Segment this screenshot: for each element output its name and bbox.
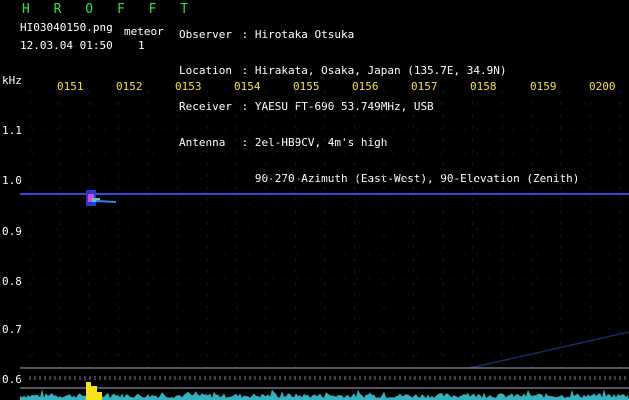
observer-value: Hirotaka Otsuka bbox=[254, 28, 355, 41]
bottom-ticks bbox=[29, 376, 626, 380]
plot-grid bbox=[20, 90, 629, 380]
meteor-intensity-bar bbox=[86, 382, 102, 400]
y-axis-unit: kHz bbox=[2, 74, 22, 87]
observer-key: Observer bbox=[179, 28, 232, 41]
meteor-label: meteor bbox=[124, 25, 164, 38]
meteor-count: 1 bbox=[138, 39, 145, 52]
meteor-echo bbox=[86, 190, 117, 206]
drift-line bbox=[469, 331, 629, 369]
location-value: Hirakata, Osaka, Japan (135.7E, 34.9N) bbox=[254, 64, 507, 77]
app-title: H R O F F T bbox=[22, 2, 197, 17]
location-key: Location bbox=[179, 64, 232, 77]
noise-floor bbox=[20, 389, 629, 400]
hrofft-display: H R O F F T HI03040150.png meteor 12.03.… bbox=[0, 0, 629, 400]
timestamp: 12.03.04 01:50 bbox=[20, 39, 113, 52]
observer-row: Observer : Hirotaka Otsuka bbox=[179, 28, 355, 41]
file-name: HI03040150.png bbox=[20, 21, 113, 34]
spectrogram-plot bbox=[20, 90, 629, 400]
location-row: Location : Hirakata, Osaka, Japan (135.7… bbox=[179, 64, 507, 77]
